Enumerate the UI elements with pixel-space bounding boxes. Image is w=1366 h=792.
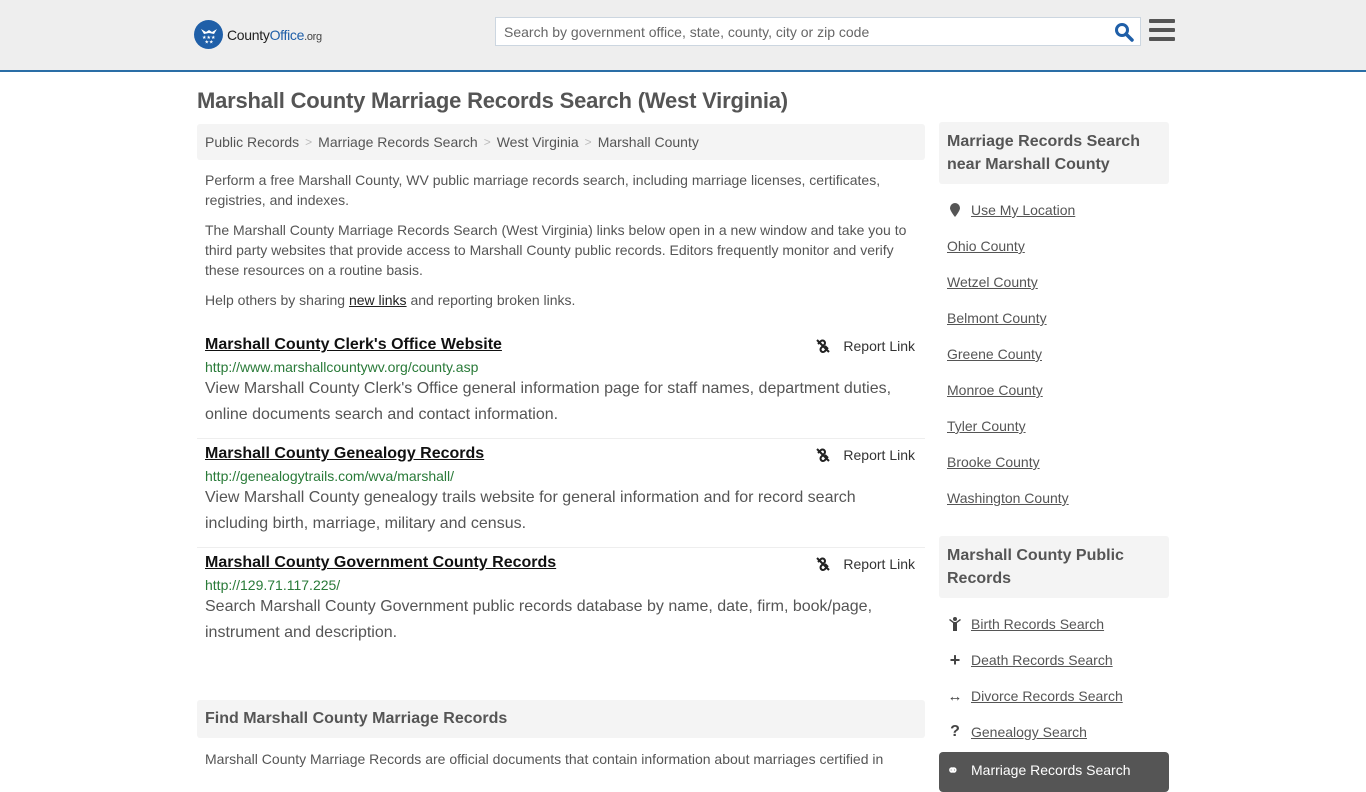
marriage-records-search-active[interactable]: ⚭ Marriage Records Search — [939, 752, 1169, 792]
logo[interactable]: ★★★ ★★ CountyOffice.org — [194, 20, 322, 49]
divorce-records-search-link[interactable]: Divorce Records Search — [971, 688, 1123, 704]
result-description: View Marshall County Clerk's Office gene… — [205, 380, 892, 423]
public-record-item: ↔ Divorce Records Search — [947, 678, 1161, 714]
public-record-item: Birth Records Search — [947, 606, 1161, 642]
breadcrumb: Public Records > Marriage Records Search… — [197, 124, 925, 160]
intro-paragraph: Perform a free Marshall County, WV publi… — [205, 172, 881, 208]
report-link-button[interactable]: Report Link — [815, 447, 915, 463]
eagle-logo-icon: ★★★ ★★ — [194, 20, 223, 49]
share-paragraph: Help others by sharing new links and rep… — [205, 292, 576, 308]
genealogy-search-link[interactable]: Genealogy Search — [971, 724, 1087, 740]
birth-records-search-link[interactable]: Birth Records Search — [971, 616, 1104, 632]
child-icon — [947, 617, 963, 631]
nearby-county-item: Brooke County — [947, 444, 1161, 480]
intro: Perform a free Marshall County, WV publi… — [197, 170, 925, 310]
nearby-county-link[interactable]: Wetzel County — [947, 274, 1038, 290]
nearby-county-link[interactable]: Brooke County — [947, 454, 1040, 470]
breadcrumb-marriage-records-search[interactable]: Marriage Records Search — [318, 134, 478, 150]
broken-link-icon — [816, 448, 831, 462]
new-links-link[interactable]: new links — [349, 292, 407, 308]
public-record-item: + Death Records Search — [947, 642, 1161, 678]
site-header: ★★★ ★★ CountyOffice.org — [0, 0, 1366, 72]
nearby-county-link[interactable]: Belmont County — [947, 310, 1047, 326]
public-records-list: Birth Records Search + Death Records Sea… — [939, 606, 1169, 750]
logo-text: CountyOffice.org — [227, 26, 322, 43]
use-my-location-link[interactable]: Use My Location — [971, 202, 1075, 218]
broken-link-icon — [816, 339, 831, 353]
main-content: Public Records > Marriage Records Search… — [197, 124, 925, 769]
public-record-item: ? Genealogy Search — [947, 714, 1161, 750]
result-title-link[interactable]: Marshall County Genealogy Records — [205, 445, 484, 463]
search-box — [495, 17, 1141, 46]
svg-text:★★: ★★ — [204, 39, 213, 44]
result-url: http://www.marshallcountywv.org/county.a… — [205, 359, 479, 375]
search-icon[interactable] — [1114, 22, 1134, 42]
public-records-heading: Marshall County Public Records — [939, 536, 1169, 598]
nearby-county-link[interactable]: Ohio County — [947, 238, 1025, 254]
breadcrumb-west-virginia[interactable]: West Virginia — [497, 134, 579, 150]
report-link-button[interactable]: Report Link — [815, 338, 915, 354]
nearby-county-link[interactable]: Tyler County — [947, 418, 1026, 434]
question-icon: ? — [950, 723, 960, 740]
result-item: Marshall County Clerk's Office Website h… — [197, 330, 925, 439]
result-description: View Marshall County genealogy trails we… — [205, 489, 856, 532]
nearby-county-item: Washington County — [947, 480, 1161, 516]
intro-paragraph: The Marshall County Marriage Records Sea… — [205, 222, 907, 278]
map-marker-icon — [947, 203, 963, 217]
chevron-right-icon: > — [305, 135, 313, 149]
result-url: http://129.71.117.225/ — [205, 577, 341, 593]
chevron-right-icon: > — [483, 135, 491, 149]
nearby-list: Use My Location Ohio County Wetzel Count… — [939, 192, 1169, 516]
result-item: Marshall County Government County Record… — [197, 548, 925, 656]
death-records-search-link[interactable]: Death Records Search — [971, 652, 1113, 668]
rings-icon: ⚭ — [947, 762, 959, 778]
result-url: http://genealogytrails.com/wva/marshall/ — [205, 468, 454, 484]
nearby-county-item: Belmont County — [947, 300, 1161, 336]
use-location-item: Use My Location — [947, 192, 1161, 228]
result-title-link[interactable]: Marshall County Government County Record… — [205, 554, 556, 572]
page-title: Marshall County Marriage Records Search … — [197, 88, 788, 113]
broken-link-icon — [816, 557, 831, 571]
breadcrumb-public-records[interactable]: Public Records — [205, 134, 299, 150]
nearby-county-item: Greene County — [947, 336, 1161, 372]
hamburger-menu-icon[interactable] — [1149, 19, 1175, 41]
nearby-heading: Marriage Records Search near Marshall Co… — [939, 122, 1169, 184]
nearby-county-link[interactable]: Monroe County — [947, 382, 1043, 398]
nearby-county-item: Ohio County — [947, 228, 1161, 264]
find-records-heading: Find Marshall County Marriage Records — [197, 700, 925, 738]
nearby-county-item: Monroe County — [947, 372, 1161, 408]
find-records-text: Marshall County Marriage Records are off… — [205, 751, 884, 767]
nearby-county-item: Tyler County — [947, 408, 1161, 444]
double-arrow-icon: ↔ — [947, 687, 963, 705]
breadcrumb-marshall-county[interactable]: Marshall County — [598, 134, 699, 150]
nearby-county-link[interactable]: Washington County — [947, 490, 1069, 506]
nearby-county-item: Wetzel County — [947, 264, 1161, 300]
sidebar: Marriage Records Search near Marshall Co… — [939, 122, 1169, 792]
nearby-county-link[interactable]: Greene County — [947, 346, 1042, 362]
report-link-button[interactable]: Report Link — [815, 556, 915, 572]
result-title-link[interactable]: Marshall County Clerk's Office Website — [205, 336, 502, 354]
result-description: Search Marshall County Government public… — [205, 598, 873, 641]
result-item: Marshall County Genealogy Records http:/… — [197, 439, 925, 548]
plus-icon: + — [949, 649, 961, 670]
chevron-right-icon: > — [584, 135, 592, 149]
search-input[interactable] — [496, 18, 1106, 45]
results-list: Marshall County Clerk's Office Website h… — [197, 330, 925, 656]
